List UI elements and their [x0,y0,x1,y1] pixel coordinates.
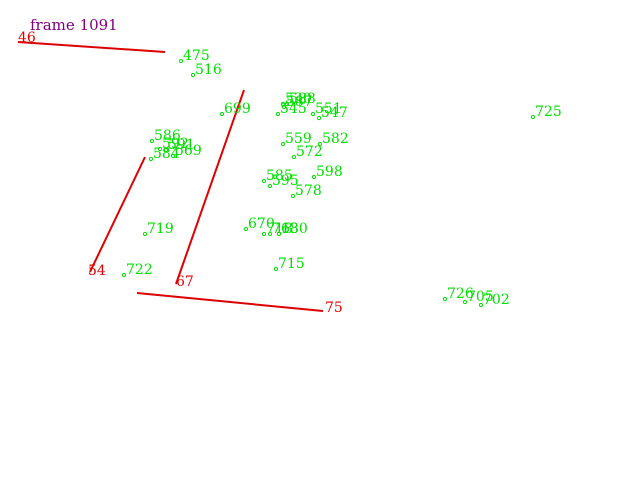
point-label-722: 722 [126,262,153,278]
segment-label-54: 54 [88,263,106,279]
point-label-715: 715 [278,256,305,272]
point-label-680: 680 [281,221,308,237]
segment-label-75: 75 [325,300,343,316]
points-layer: 475516699530588587545 551547 7255865915925… [121,48,562,308]
segment-line-67 [175,89,245,285]
point-label-702: 702 [483,292,510,308]
point-label-719: 719 [147,221,174,237]
frame-canvas: frame 1091 46546775 47551669953058858754… [17,16,562,316]
point-label-578: 578 [295,183,322,199]
point-label-725: 725 [535,104,562,120]
segment-label-67: 67 [176,274,194,290]
point-label-547: 547 [321,105,348,121]
point-label-516: 516 [195,62,222,78]
segment-line-46 [17,41,166,53]
segment-line-54 [89,156,146,273]
segment-line-75 [136,292,324,312]
point-label-572: 572 [296,144,323,160]
frame-title: frame 1091 [30,16,118,34]
point-label-598: 598 [316,164,343,180]
segment-label-46: 46 [18,30,36,46]
point-label-582: 582 [322,131,349,147]
point-label-699: 699 [224,101,251,117]
point-label-584: 584 [153,146,180,162]
point-label-545: 545 [280,101,307,117]
